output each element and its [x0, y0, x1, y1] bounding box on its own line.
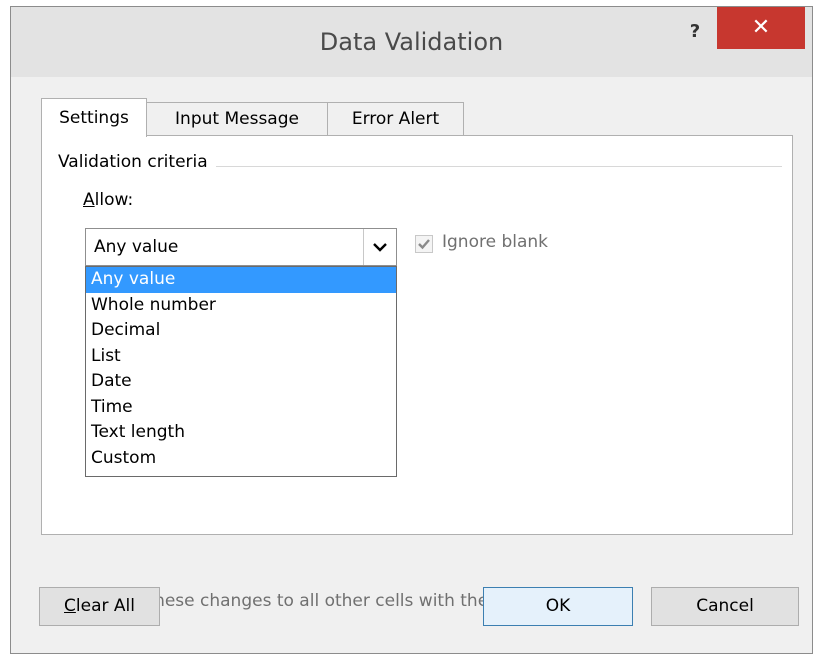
cancel-button[interactable]: Cancel [651, 587, 799, 626]
allow-label-accelerator: A [83, 190, 95, 210]
clear-all-button[interactable]: Clear All [39, 587, 160, 626]
option-time[interactable]: Time [86, 395, 396, 421]
close-button[interactable]: ✕ [717, 7, 805, 49]
close-icon: ✕ [751, 15, 771, 40]
allow-combobox-value: Any value [94, 237, 179, 257]
option-text-length[interactable]: Text length [86, 420, 396, 446]
allow-label: Allow: [83, 190, 133, 210]
ignore-blank-checkbox[interactable] [415, 235, 433, 253]
ok-button[interactable]: OK [483, 587, 633, 626]
clear-all-text: lear All [75, 596, 135, 616]
checkmark-icon [418, 239, 430, 250]
allow-label-text: llow: [94, 190, 134, 210]
dialog-body: Settings Input Message Error Alert Valid… [11, 77, 812, 653]
help-button[interactable]: ? [680, 17, 710, 47]
dropdown-button[interactable] [363, 229, 396, 265]
settings-panel: Validation criteria Allow: Any value Any… [41, 135, 793, 535]
data-validation-dialog: Data Validation ? ✕ Settings Input Messa… [10, 6, 813, 654]
option-date[interactable]: Date [86, 369, 396, 395]
tab-input-message[interactable]: Input Message [146, 102, 328, 136]
ignore-blank-label: Ignore blank [442, 232, 549, 252]
option-whole-number[interactable]: Whole number [86, 293, 396, 319]
tab-error-alert[interactable]: Error Alert [327, 102, 464, 136]
option-list[interactable]: List [86, 344, 396, 370]
clear-all-accelerator: C [64, 596, 76, 616]
option-custom[interactable]: Custom [86, 446, 396, 472]
title-bar[interactable]: Data Validation ? ✕ [11, 7, 812, 77]
chevron-down-icon [373, 243, 387, 252]
option-any-value[interactable]: Any value [86, 267, 396, 293]
allow-dropdown-list: Any value Whole number Decimal List Date… [85, 266, 397, 477]
validation-criteria-label: Validation criteria [58, 152, 216, 172]
allow-combobox[interactable]: Any value [85, 228, 397, 266]
option-decimal[interactable]: Decimal [86, 318, 396, 344]
tab-settings[interactable]: Settings [41, 98, 147, 137]
